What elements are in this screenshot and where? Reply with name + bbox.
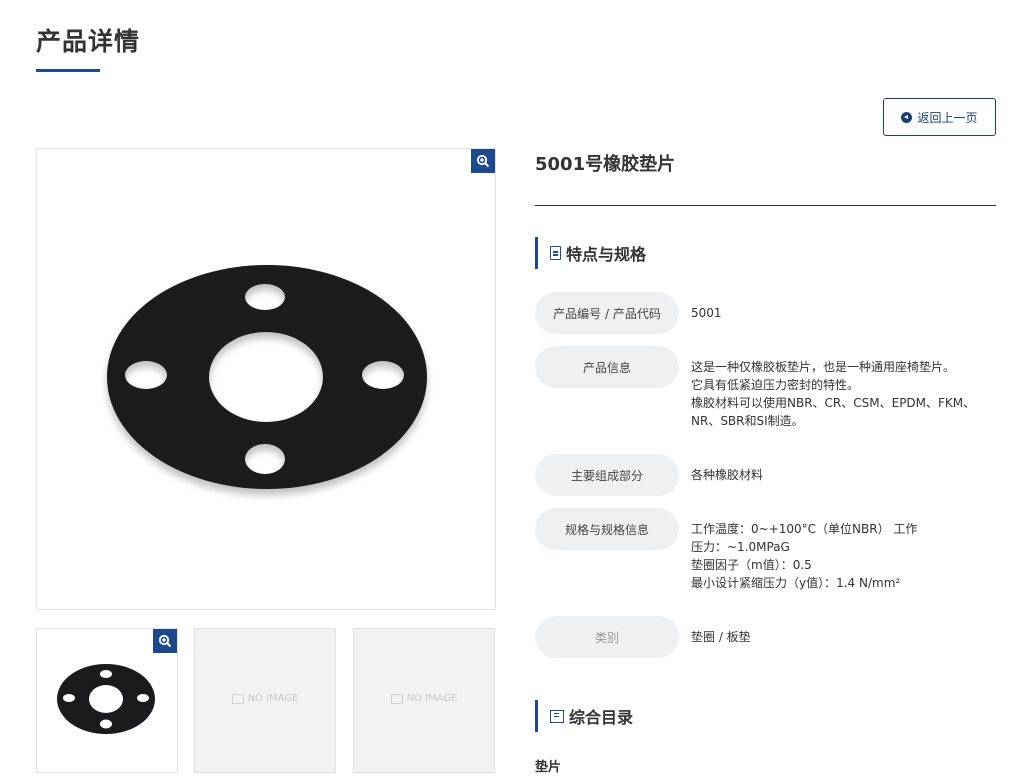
spec-value-specifications: 工作温度：0~+100°C（单位NBR） 工作 压力：~1.0MPaG 垫圈因子… [691,520,991,592]
image-placeholder-icon [390,693,403,704]
catalog-section-heading: 综合目录 [535,700,633,732]
spec-label-components: 主要组成部分 [535,454,679,496]
spec-value-line: NR、SBR和SI制造。 [691,414,804,428]
spec-label-category: 类别 [535,616,679,658]
spec-label-product-info: 产品信息 [535,346,679,388]
thumbnail-3[interactable]: NO IMAGE [353,628,495,773]
image-placeholder-icon [231,693,244,704]
thumbnail-zoom-button[interactable] [153,629,177,653]
no-image-placeholder: NO IMAGE [195,693,335,704]
spec-value-line: 最小设计紧缩压力（y值）：1.4 N/mm² [691,576,901,590]
spec-value-line: 垫圈 / 板垫 [691,630,751,644]
spec-value-line: 垫圈因子（m值）：0.5 [691,558,812,572]
catalog-section-title: 综合目录 [569,708,634,727]
spec-value-line: 压力：~1.0MPaG [691,540,790,554]
spec-value-line: 橡胶材料可以使用NBR、CR、CSM、EPDM、FKM、 [691,396,976,410]
document-icon [550,246,561,260]
spec-value-category: 垫圈 / 板垫 [691,628,991,646]
catalog-link-gasket[interactable]: 垫片 [535,756,561,775]
no-image-label: NO IMAGE [247,693,299,704]
thumbnail-1[interactable] [36,628,178,773]
arrow-circle-left-icon [901,111,913,123]
spec-value-product-info: 这是一种仅橡胶板垫片，也是一种通用座椅垫片。 它具有低紧迫压力密封的特性。 橡胶… [691,358,991,430]
spec-value-line: 5001 [691,306,722,320]
no-image-label: NO IMAGE [406,693,458,704]
back-button-label: 返回上一页 [917,110,978,125]
spec-label-product-code: 产品编号 / 产品代码 [535,292,679,334]
zoom-in-icon [158,634,172,648]
spec-value-line: 这是一种仅橡胶板垫片，也是一种通用座椅垫片。 [691,360,956,374]
spec-value-product-code: 5001 [691,304,991,322]
spec-value-components: 各种橡胶材料 [691,466,991,484]
main-product-image[interactable] [36,148,496,610]
page-title: 产品详情 [36,27,141,56]
thumbnail-2[interactable]: NO IMAGE [194,628,336,773]
gasket-image [107,265,427,489]
spec-label-specifications: 规格与规格信息 [535,508,679,550]
spec-value-line: 工作温度：0~+100°C（单位NBR） 工作 [691,522,918,536]
zoom-in-icon [476,154,490,168]
zoom-button[interactable] [471,149,495,173]
divider [535,205,996,206]
specs-section-heading: 特点与规格 [535,237,646,269]
spec-value-line: 它具有低紧迫压力密封的特性。 [691,378,860,392]
back-button[interactable]: 返回上一页 [883,98,996,136]
no-image-placeholder: NO IMAGE [354,693,494,704]
product-name: 5001号橡胶垫片 [535,154,676,175]
spec-value-line: 各种橡胶材料 [691,468,764,482]
specs-section-title: 特点与规格 [566,245,647,264]
title-underline [36,69,100,72]
book-icon [550,709,564,723]
